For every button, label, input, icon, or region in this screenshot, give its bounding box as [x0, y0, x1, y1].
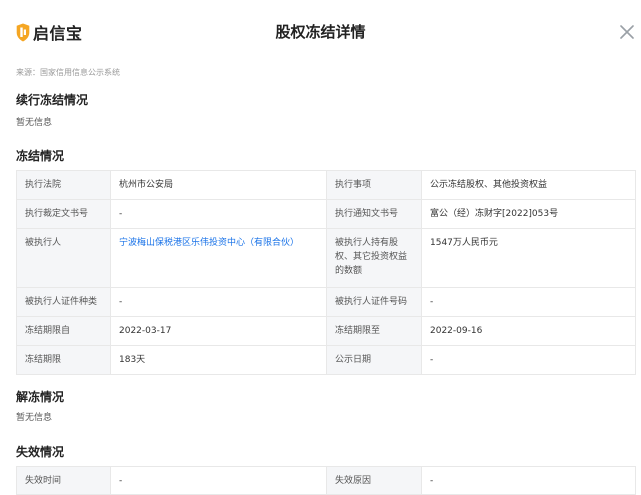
table-value-cell: 杭州市公安局	[110, 170, 327, 200]
table-label-cell: 冻结期限至	[326, 316, 422, 346]
table-value-cell: -	[421, 466, 636, 495]
table-row: 冻结期限自 2022-03-17 冻结期限至 2022-09-16	[16, 316, 636, 346]
source-text: 来源：国家信用信息公示系统	[16, 68, 120, 77]
table-label-cell: 被执行人持有股权、其它投资权益的数额	[326, 228, 422, 288]
continued-freeze-empty-text: 暂无信息	[16, 118, 53, 128]
executed-person-link[interactable]: 宁波梅山保税港区乐伟投资中心（有限合伙）	[119, 238, 299, 248]
table-label-cell: 冻结期限自	[16, 316, 111, 346]
table-label-cell: 被执行人证件号码	[326, 287, 422, 317]
table-label-cell: 冻结期限	[16, 345, 111, 375]
table-label-cell: 被执行人	[16, 228, 111, 288]
table-row: 冻结期限 183天 公示日期 -	[16, 345, 636, 375]
table-row: 被执行人证件种类 - 被执行人证件号码 -	[16, 287, 636, 317]
table-value-cell: 宁波梅山保税港区乐伟投资中心（有限合伙）	[110, 228, 327, 288]
table-value-cell: 公示冻结股权、其他投资权益	[421, 170, 636, 200]
freeze-table: 执行法院 杭州市公安局 执行事项 公示冻结股权、其他投资权益 执行裁定文书号 -…	[16, 170, 636, 375]
table-value-cell: -	[110, 287, 327, 317]
section-title-unfreeze: 解冻情况	[16, 390, 65, 404]
table-value-cell: -	[421, 345, 636, 375]
table-value-cell: 2022-09-16	[421, 316, 636, 346]
table-value-cell: 2022-03-17	[110, 316, 327, 346]
table-value-cell: 183天	[110, 345, 327, 375]
section-title-continued-freeze: 续行冻结情况	[16, 93, 89, 107]
section-title-freeze: 冻结情况	[16, 149, 65, 163]
table-row: 失效时间 - 失效原因 -	[16, 466, 636, 495]
table-label-cell: 公示日期	[326, 345, 422, 375]
page-title: 股权冻结详情	[275, 23, 366, 41]
header: 启信宝 股权冻结详情	[0, 0, 641, 62]
table-row: 执行裁定文书号 - 执行通知文书号 富公（经）冻财字[2022]053号	[16, 199, 636, 229]
section-title-invalid: 失效情况	[16, 445, 65, 459]
table-label-cell: 被执行人证件种类	[16, 287, 111, 317]
close-icon	[620, 25, 634, 39]
close-button[interactable]	[620, 25, 634, 39]
table-row: 执行法院 杭州市公安局 执行事项 公示冻结股权、其他投资权益	[16, 170, 636, 200]
table-value-cell: -	[110, 466, 327, 495]
table-label-cell: 失效原因	[326, 466, 422, 495]
table-row: 被执行人 宁波梅山保税港区乐伟投资中心（有限合伙） 被执行人持有股权、其它投资权…	[16, 228, 636, 288]
unfreeze-empty-text: 暂无信息	[16, 413, 53, 423]
table-value-cell: 富公（经）冻财字[2022]053号	[421, 199, 636, 229]
table-label-cell: 执行裁定文书号	[16, 199, 111, 229]
table-label-cell: 失效时间	[16, 466, 111, 495]
table-value-cell: -	[110, 199, 327, 229]
invalid-table: 失效时间 - 失效原因 -	[16, 466, 636, 495]
table-value-cell: 1547万人民币元	[421, 228, 636, 288]
table-label-cell: 执行事项	[326, 170, 422, 200]
table-label-cell: 执行通知文书号	[326, 199, 422, 229]
table-value-cell: -	[421, 287, 636, 317]
table-label-cell: 执行法院	[16, 170, 111, 200]
